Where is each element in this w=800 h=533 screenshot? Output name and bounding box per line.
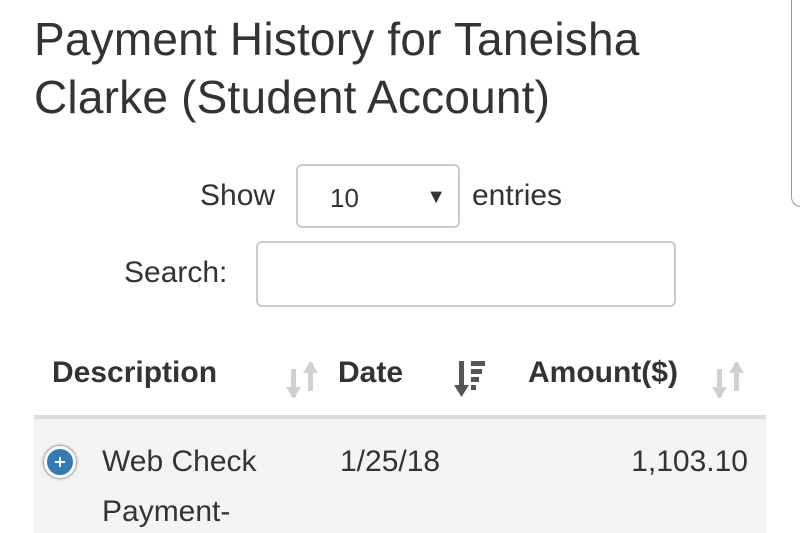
page-title: Payment History for Taneisha Clarke (Stu… <box>34 13 640 123</box>
show-label: Show <box>200 179 276 212</box>
entries-select[interactable]: 10 ▼ <box>296 164 460 228</box>
search-control: Search: <box>0 241 800 307</box>
entries-select-value: 10 <box>330 183 359 213</box>
entries-label: entries <box>472 179 563 212</box>
search-input[interactable] <box>256 241 676 307</box>
cell-description: Web Check Payment- <box>102 445 257 528</box>
table-header: Description Date Amount($) <box>34 345 766 419</box>
column-header-label: Description <box>52 356 218 389</box>
payment-history-page: Payment History for Taneisha Clarke (Stu… <box>0 0 800 533</box>
length-control: Show 10 ▼ entries <box>0 164 800 230</box>
column-header-label: Amount($) <box>528 356 678 389</box>
column-header-description[interactable]: Description <box>52 353 342 409</box>
column-header-amount[interactable]: Amount($) <box>528 353 766 409</box>
table-row: Web Check Payment- 1/25/18 1,103.10 <box>34 419 766 533</box>
payment-table: Description Date Amount($) Web Check Pay… <box>34 345 766 533</box>
cell-amount: 1,103.10 <box>631 445 748 478</box>
sort-descending-icon <box>454 357 488 401</box>
column-header-label: Date <box>338 356 404 389</box>
search-label: Search: <box>124 256 228 289</box>
sort-both-icon <box>286 357 320 401</box>
sort-both-icon <box>712 357 746 401</box>
caret-down-icon: ▼ <box>426 186 446 208</box>
plus-circle-icon[interactable] <box>44 446 76 478</box>
cell-date: 1/25/18 <box>340 445 441 478</box>
column-header-date[interactable]: Date <box>338 353 518 409</box>
